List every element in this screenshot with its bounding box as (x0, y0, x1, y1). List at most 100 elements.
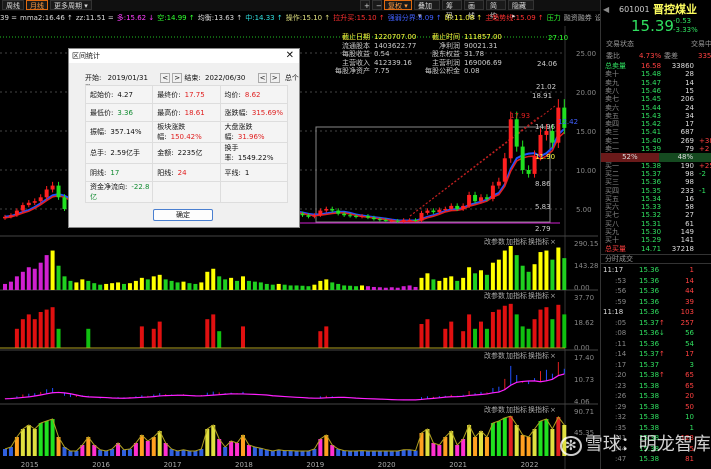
order-book-row[interactable]: 卖四 15.42 17 (601, 120, 711, 128)
order-book-row[interactable]: 买五 15.34 16 (601, 195, 711, 203)
activity-bar (407, 449, 412, 456)
panel-button[interactable]: 加指标 (506, 405, 527, 414)
trade-volume: 44 (685, 287, 694, 295)
toolbar-button[interactable]: 筹码 (442, 0, 462, 20)
activity-bar (508, 416, 513, 456)
trade-price: 15.38 (639, 455, 660, 463)
start-date[interactable]: 2019/01/31 (108, 74, 148, 82)
order-book-row[interactable]: 买十 15.29 141 (601, 236, 711, 244)
toolbar-button[interactable]: 简约 (486, 0, 506, 20)
order-book-row[interactable]: 卖一 15.39 79 +2 (601, 145, 711, 153)
volume-bar (26, 267, 31, 290)
toolbar-button[interactable]: 复权 ▾ (384, 0, 412, 10)
oscillator-bar (56, 328, 61, 348)
panel-button[interactable]: × (550, 352, 556, 360)
trade-row: :47 15.38 81 (601, 455, 711, 463)
order-book-row[interactable]: 卖九 15.47 14 (601, 79, 711, 87)
volume-bar (306, 286, 311, 290)
close-icon[interactable]: ✕ (286, 50, 294, 61)
stats-cell (152, 181, 221, 203)
panel-button[interactable]: 换指标 (528, 351, 549, 360)
activity-bar (229, 441, 234, 456)
volume-bar (508, 246, 513, 290)
volume-bar (467, 267, 472, 290)
order-book-row[interactable]: 卖三 15.41 687 (601, 128, 711, 136)
order-book-row[interactable]: 卖十 15.48 28 (601, 70, 711, 78)
level-price: 15.45 (641, 95, 662, 104)
trade-time: :56 (615, 287, 627, 295)
level-change: -1 (699, 186, 706, 195)
up-arrow-icon: ↑ (659, 350, 665, 358)
volume-bar (288, 285, 293, 290)
panel-button[interactable]: 改参数 (484, 237, 505, 246)
volume-bar (395, 287, 400, 290)
next-button[interactable]: > (172, 73, 183, 83)
level-price: 15.42 (641, 120, 662, 129)
oscillator-bar (473, 328, 478, 348)
panel-button[interactable]: 加指标 (506, 351, 527, 360)
candle (354, 216, 359, 218)
stats-cell: 阳线: 24 (152, 163, 221, 182)
stats-row: 起始价: 4.27 最终价: 17.75 均价: 8.62 (84, 85, 289, 104)
trade-volume: 65 (685, 381, 694, 390)
indicator-axis-label: 0.00 (574, 284, 590, 292)
period-button[interactable]: 月线 (26, 0, 48, 10)
candle (38, 197, 43, 202)
panel-button[interactable]: 换指标 (528, 237, 549, 246)
order-book-row[interactable]: 卖五 15.43 34 (601, 112, 711, 120)
order-book-row[interactable]: 买二 15.37 98 -2 (601, 170, 711, 178)
end-date[interactable]: 2022/06/30 (205, 74, 245, 82)
order-book-row[interactable]: 买一 15.38 190 +25 (601, 162, 711, 170)
stats-label: 涨跌幅: (224, 108, 248, 117)
toolbar-button[interactable]: 隐藏 ▸ (508, 0, 534, 20)
order-book-row[interactable]: 买四 15.35 233 -1 (601, 187, 711, 195)
prev-button[interactable]: < (257, 73, 268, 83)
toolbar-button[interactable]: 叠加 ▾ (414, 0, 440, 20)
order-ratio-row: 委比 4.73% 委差 3359 (601, 52, 711, 60)
volume-bar (562, 258, 567, 290)
activity-bar (395, 451, 400, 456)
prev-stock-icon[interactable]: ◀ (603, 3, 609, 17)
panel-button[interactable]: 改参数 (484, 291, 505, 300)
indicator-value[interactable]: 融资融券 (564, 14, 592, 22)
order-book-row[interactable]: 卖六 15.44 24 (601, 104, 711, 112)
panel-button[interactable]: 换指标 (528, 291, 549, 300)
panel-button[interactable]: 改参数 (484, 405, 505, 414)
status-value: 交易中 (691, 40, 711, 48)
order-book-row[interactable]: 卖七 15.45 206 (601, 95, 711, 103)
order-book-row[interactable]: 卖八 15.46 15 (601, 87, 711, 95)
oscillator-bar (26, 314, 31, 348)
order-book-row[interactable]: 买三 15.36 98 (601, 178, 711, 186)
candle (437, 209, 442, 213)
panel-button[interactable]: 加指标 (506, 237, 527, 246)
panel-button[interactable]: × (550, 406, 556, 414)
activity-bar (26, 425, 31, 456)
next-button[interactable]: > (269, 73, 280, 83)
level-label: 买八 (605, 219, 619, 228)
toolbar-button[interactable]: − (372, 0, 382, 10)
price-annotation: 5.83 (535, 203, 551, 211)
ok-button[interactable]: 确定 (153, 209, 213, 221)
order-book-row[interactable]: 买八 15.31 61 (601, 220, 711, 228)
panel-button[interactable]: × (550, 292, 556, 300)
order-book-row[interactable]: 总买量 14.71 37218 (601, 245, 711, 253)
prev-button[interactable]: < (160, 73, 171, 83)
panel-button[interactable]: × (550, 238, 556, 246)
period-button[interactable]: 更多周期 ▾ (50, 0, 92, 10)
volume-bar (490, 262, 495, 290)
level-label: 卖四 (605, 120, 619, 129)
toolbar-button[interactable]: + (360, 0, 370, 10)
indicator-value: 拉升买:15.10 ↑ (333, 14, 385, 22)
panel-button[interactable]: 加指标 (506, 291, 527, 300)
toolbar-button[interactable]: 画线 (464, 0, 484, 20)
volume-bar (241, 276, 245, 290)
order-book-row[interactable]: 买七 15.32 27 (601, 211, 711, 219)
activity-bar (258, 448, 263, 456)
panel-button[interactable]: 换指标 (528, 405, 549, 414)
level-volume: 58 (685, 203, 694, 212)
period-button[interactable]: 周线 (2, 0, 24, 10)
panel-button[interactable]: 改参数 (484, 351, 505, 360)
volume-bar (383, 287, 388, 290)
order-book-row[interactable]: 卖二 15.40 269 +38 (601, 137, 711, 145)
level-volume: 37218 (671, 244, 694, 253)
